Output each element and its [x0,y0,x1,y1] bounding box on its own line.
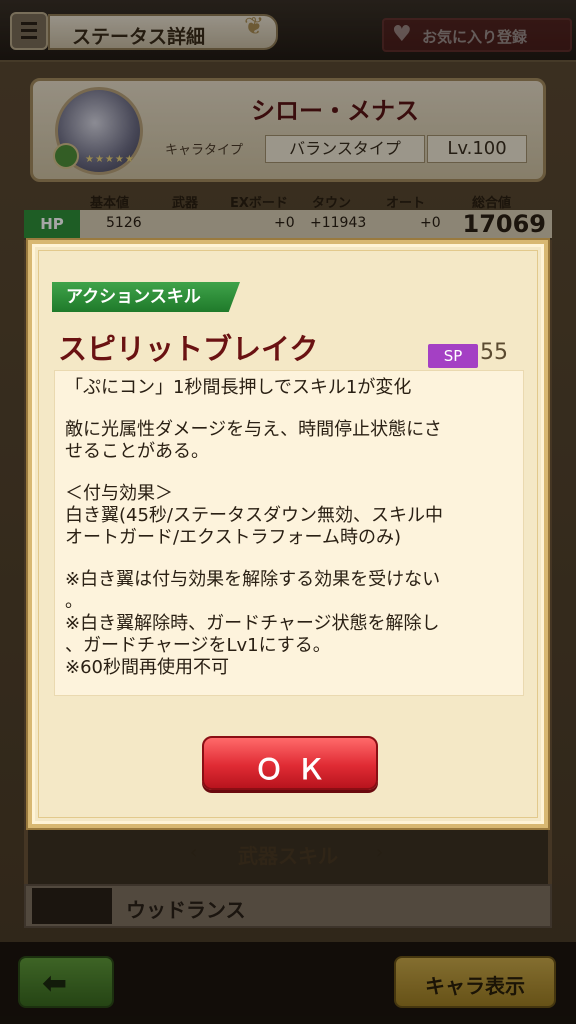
skill-category-tag: アクションスキル [52,282,240,312]
skill-name: スピリットブレイク [58,332,319,366]
sp-badge: SP [428,344,478,368]
skill-description: 「ぷにコン」1秒間長押しでスキル1が変化 敵に光属性ダメージを与え、時間停止状態… [54,370,524,696]
desc-line: ＜付与効果＞ [65,483,173,504]
ok-label: ＯＫ [254,753,339,786]
ok-button[interactable]: ＯＫ [202,736,378,790]
desc-line: 、ガードチャージをLv1にする。 [65,635,331,656]
desc-line: 敵に光属性ダメージを与え、時間停止状態にさ [65,419,442,440]
skill-modal: アクションスキル スピリットブレイク SP 55 「ぷにコン」1秒間長押しでスキ… [28,240,548,828]
desc-line: ※60秒間再使用不可 [65,657,229,678]
desc-line: 白き翼(45秒/ステータスダウン無効、スキル中 [65,505,443,526]
desc-line: せることがある。 [65,441,209,462]
desc-line: 。 [65,591,83,612]
desc-line: 「ぷにコン」1秒間長押しでスキル1が変化 [65,377,412,398]
desc-line: オートガード/エクストラフォーム時のみ) [65,527,402,548]
sp-value: 55 [480,340,508,365]
desc-line: ※白き翼解除時、ガードチャージ状態を解除し [65,613,440,634]
desc-line: ※白き翼は付与効果を解除する効果を受けない [65,569,441,590]
